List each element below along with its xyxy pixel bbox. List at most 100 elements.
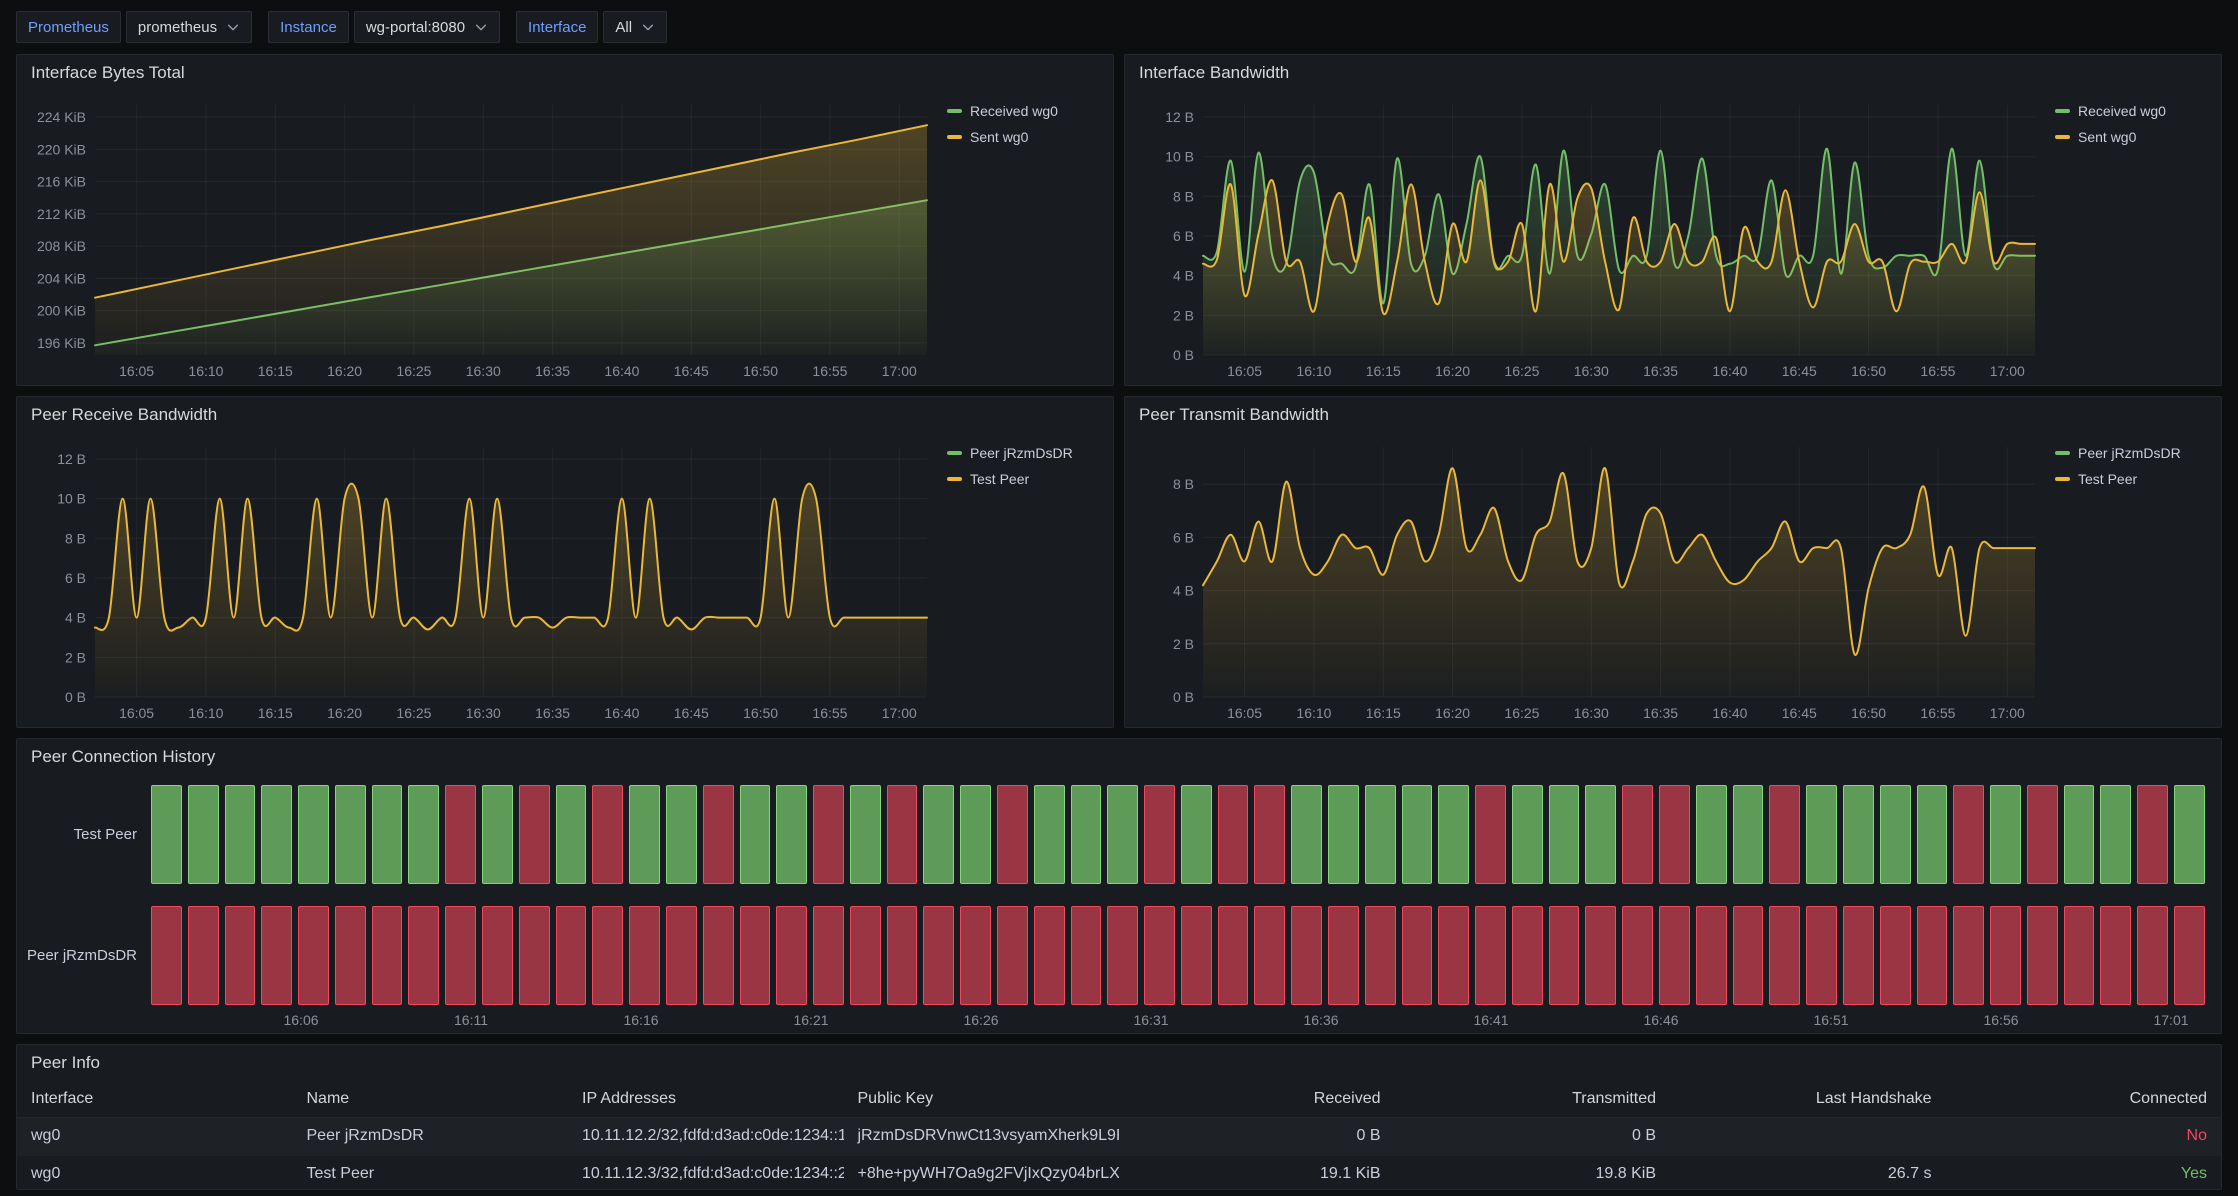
timeline-block-connected[interactable] [1990,785,2021,884]
timeline-block-connected[interactable] [923,785,954,884]
timeline-block-connected[interactable] [666,785,697,884]
timeline-block-disconnected[interactable] [887,906,918,1005]
timeline-block-disconnected[interactable] [1622,906,1653,1005]
timeline-block-disconnected[interactable] [592,906,623,1005]
timeline-block-disconnected[interactable] [372,906,403,1005]
timeline-block-disconnected[interactable] [1769,785,1800,884]
legend-item[interactable]: Received wg0 [947,99,1101,122]
timeline-block-disconnected[interactable] [445,785,476,884]
timeline-block-connected[interactable] [2100,785,2131,884]
interface-bytes-total-chart[interactable]: 16:0516:1016:1516:2016:2516:3016:3516:40… [25,91,933,383]
timeline-block-disconnected[interactable] [997,906,1028,1005]
timeline-block-disconnected[interactable] [335,906,366,1005]
legend-item[interactable]: Test Peer [947,467,1101,490]
timeline-block-disconnected[interactable] [1402,906,1433,1005]
legend-item[interactable]: Test Peer [2055,467,2209,490]
timeline-block-disconnected[interactable] [1733,906,1764,1005]
timeline-block-disconnected[interactable] [1917,906,1948,1005]
timeline-block-disconnected[interactable] [1218,906,1249,1005]
timeline-block-disconnected[interactable] [1696,906,1727,1005]
timeline-block-disconnected[interactable] [445,906,476,1005]
legend-item[interactable]: Sent wg0 [2055,125,2209,148]
timeline-block-disconnected[interactable] [1880,906,1911,1005]
timeline-block-disconnected[interactable] [1659,785,1690,884]
timeline-block-disconnected[interactable] [151,906,182,1005]
legend-item[interactable]: Received wg0 [2055,99,2209,122]
timeline-block-disconnected[interactable] [1549,906,1580,1005]
column-header-ip-addresses[interactable]: IP Addresses [568,1081,844,1117]
timeline-block-connected[interactable] [1071,785,1102,884]
timeline-block-disconnected[interactable] [740,906,771,1005]
timeline-block-connected[interactable] [850,785,881,884]
timeline-block-disconnected[interactable] [2064,906,2095,1005]
timeline-block-connected[interactable] [1696,785,1727,884]
timeline-block-disconnected[interactable] [703,785,734,884]
timeline-block-disconnected[interactable] [556,906,587,1005]
timeline-block-disconnected[interactable] [813,785,844,884]
timeline-block-connected[interactable] [1806,785,1837,884]
timeline-block-connected[interactable] [225,785,256,884]
timeline-block-disconnected[interactable] [1438,906,1469,1005]
interface-bandwidth-chart[interactable]: 16:0516:1016:1516:2016:2516:3016:3516:40… [1133,91,2041,383]
timeline-block-disconnected[interactable] [2027,785,2058,884]
timeline-block-disconnected[interactable] [1365,906,1396,1005]
timeline-block-connected[interactable] [1328,785,1359,884]
timeline-block-disconnected[interactable] [2137,785,2168,884]
timeline-block-connected[interactable] [556,785,587,884]
panel-title[interactable]: Peer Connection History [31,747,215,767]
timeline-block-disconnected[interactable] [1254,785,1285,884]
timeline-block-disconnected[interactable] [887,785,918,884]
timeline-block-disconnected[interactable] [1769,906,1800,1005]
peer-receive-bandwidth-chart[interactable]: 16:0516:1016:1516:2016:2516:3016:3516:40… [25,433,933,725]
timeline-block-disconnected[interactable] [813,906,844,1005]
legend-item[interactable]: Peer jRzmDsDR [947,441,1101,464]
column-header-name[interactable]: Name [293,1081,569,1117]
timeline-block-connected[interactable] [1402,785,1433,884]
panel-title[interactable]: Peer Receive Bandwidth [31,405,217,425]
panel-title[interactable]: Peer Info [31,1053,100,1073]
timeline-block-disconnected[interactable] [1181,906,1212,1005]
timeline-block-disconnected[interactable] [776,906,807,1005]
timeline-block-disconnected[interactable] [1144,785,1175,884]
timeline-block-disconnected[interactable] [960,906,991,1005]
timeline-block-connected[interactable] [776,785,807,884]
timeline-block-connected[interactable] [1512,785,1543,884]
timeline-block-disconnected[interactable] [923,906,954,1005]
timeline-block-connected[interactable] [1917,785,1948,884]
timeline-block-disconnected[interactable] [2137,906,2168,1005]
timeline-block-connected[interactable] [1034,785,1065,884]
timeline-block-connected[interactable] [1365,785,1396,884]
timeline-block-connected[interactable] [2064,785,2095,884]
timeline-block-connected[interactable] [372,785,403,884]
timeline-block-disconnected[interactable] [1291,906,1322,1005]
panel-title[interactable]: Peer Transmit Bandwidth [1139,405,1329,425]
timeline-block-disconnected[interactable] [1254,906,1285,1005]
timeline-block-disconnected[interactable] [997,785,1028,884]
timeline-block-disconnected[interactable] [1990,906,2021,1005]
timeline-block-disconnected[interactable] [1806,906,1837,1005]
timeline-block-disconnected[interactable] [1475,785,1506,884]
timeline-block-disconnected[interactable] [2027,906,2058,1005]
timeline-block-disconnected[interactable] [1144,906,1175,1005]
timeline-block-disconnected[interactable] [1843,906,1874,1005]
timeline-block-disconnected[interactable] [519,906,550,1005]
timeline-block-disconnected[interactable] [482,906,513,1005]
timeline-block-disconnected[interactable] [1953,785,1984,884]
timeline-block-disconnected[interactable] [298,906,329,1005]
timeline-block-disconnected[interactable] [519,785,550,884]
panel-title[interactable]: Interface Bandwidth [1139,63,1289,83]
panel-title[interactable]: Interface Bytes Total [31,63,185,83]
timeline-block-disconnected[interactable] [1512,906,1543,1005]
timeline-block-disconnected[interactable] [225,906,256,1005]
timeline-block-disconnected[interactable] [188,906,219,1005]
timeline-block-connected[interactable] [1291,785,1322,884]
timeline-block-disconnected[interactable] [703,906,734,1005]
timeline-block-connected[interactable] [335,785,366,884]
timeline-block-connected[interactable] [1181,785,1212,884]
column-header-transmitted[interactable]: Transmitted [1395,1081,1671,1117]
timeline-block-connected[interactable] [188,785,219,884]
variable-interface-select[interactable]: All [603,11,667,43]
timeline-block-disconnected[interactable] [1585,906,1616,1005]
timeline-block-disconnected[interactable] [1218,785,1249,884]
column-header-connected[interactable]: Connected [1946,1081,2222,1117]
